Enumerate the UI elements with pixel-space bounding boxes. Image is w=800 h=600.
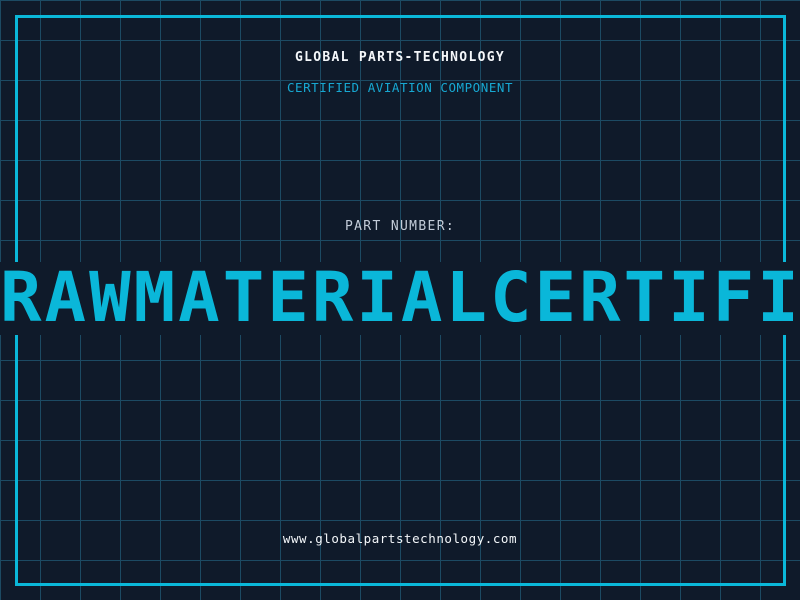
blueprint-page: GLOBAL PARTS-TECHNOLOGY CERTIFIED AVIATI… [0,0,800,600]
certification-subtitle: CERTIFIED AVIATION COMPONENT [286,80,514,95]
part-number-band: RAWMATERIALCERTIFI [0,262,800,335]
company-title: GLOBAL PARTS-TECHNOLOGY [295,50,505,65]
part-number-value: RAWMATERIALCERTIFI [0,262,800,335]
website-url: www.globalpartstechnology.com [282,531,518,546]
part-number-label: PART NUMBER: [344,219,456,234]
